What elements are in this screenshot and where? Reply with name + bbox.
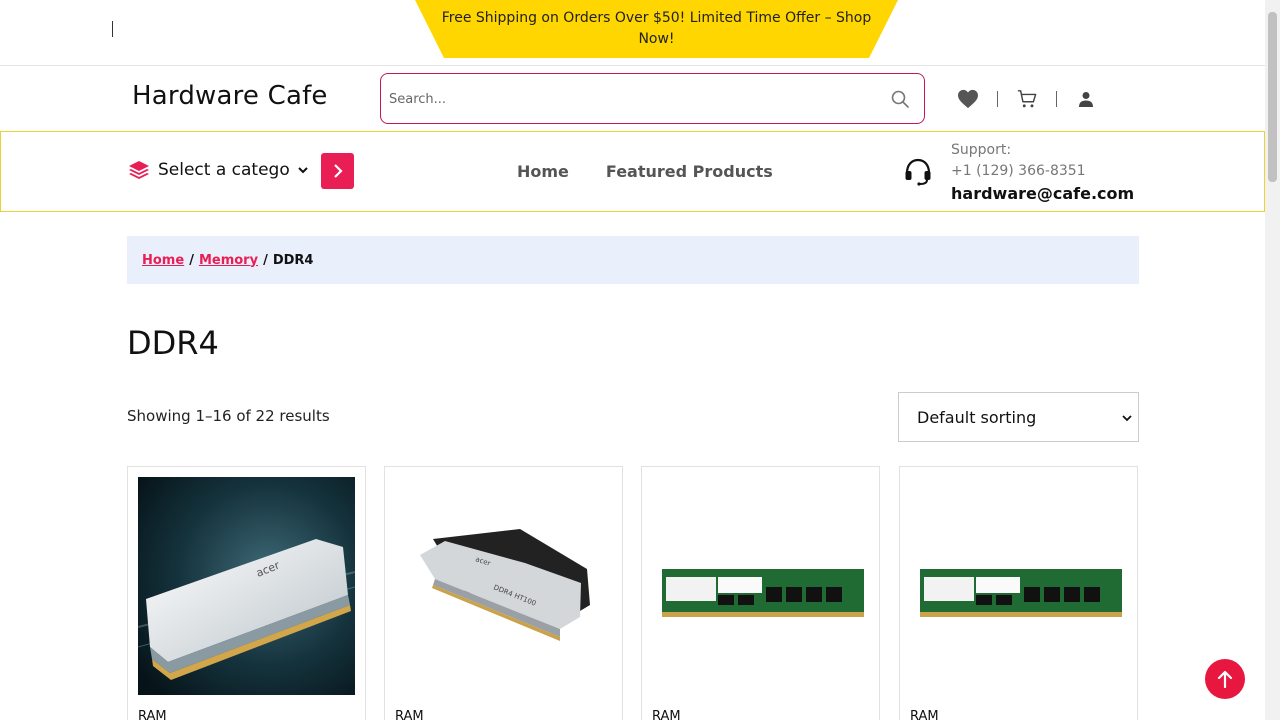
- product-category[interactable]: RAM: [910, 709, 939, 720]
- breadcrumb-current: DDR4: [272, 252, 314, 268]
- user-icon: [1079, 92, 1093, 107]
- promo-banner[interactable]: Free Shipping on Orders Over $50! Limite…: [415, 0, 898, 58]
- search-icon[interactable]: [890, 89, 910, 109]
- support-label: Support:: [951, 142, 1012, 158]
- product-image[interactable]: DDR4 HT100 acer: [395, 477, 612, 695]
- ram-module-image: acer: [138, 477, 355, 695]
- nav-home[interactable]: Home: [517, 162, 569, 181]
- product-card[interactable]: acer RAM: [127, 466, 366, 720]
- arrow-up-icon: [1217, 670, 1233, 688]
- breadcrumb-memory[interactable]: Memory: [199, 253, 258, 268]
- divider: [997, 91, 998, 107]
- back-to-top-button[interactable]: [1205, 659, 1245, 699]
- navigation-bar: Select a category Home Featured Products…: [0, 131, 1265, 212]
- search-input[interactable]: [389, 86, 869, 112]
- page-title: DDR4: [127, 324, 219, 362]
- product-image[interactable]: acer: [138, 477, 355, 695]
- header-icons: [955, 86, 1099, 112]
- support-email[interactable]: hardware@cafe.com: [951, 182, 1211, 206]
- breadcrumb-separator: /: [263, 252, 268, 268]
- breadcrumb: Home / Memory / DDR4: [127, 236, 1139, 284]
- divider: [1056, 91, 1057, 107]
- category-select[interactable]: Select a category: [128, 159, 309, 181]
- chevron-down-icon: [1122, 415, 1132, 422]
- chevron-down-icon: [298, 167, 308, 174]
- result-count: Showing 1–16 of 22 results: [127, 407, 330, 425]
- search-box[interactable]: [380, 73, 925, 124]
- headset-icon: [905, 158, 931, 186]
- support-text: Support: +1 (129) 366-8351 hardware@cafe…: [951, 140, 1211, 206]
- ram-module-image: [652, 477, 869, 695]
- sort-select-label[interactable]: Default sorting: [917, 408, 1036, 427]
- ram-module-image: [910, 477, 1127, 695]
- scrollbar-thumb[interactable]: [1268, 12, 1277, 182]
- nav-featured-products[interactable]: Featured Products: [606, 162, 773, 181]
- main-nav: Home Featured Products: [517, 162, 773, 181]
- category-select-label[interactable]: Select a category: [158, 160, 291, 180]
- product-category[interactable]: RAM: [652, 709, 681, 720]
- product-card[interactable]: DDR4 HT100 acer RAM: [384, 466, 623, 720]
- scrollbar[interactable]: [1265, 0, 1280, 720]
- product-card[interactable]: RAM: [641, 466, 880, 720]
- site-brand[interactable]: Hardware Cafe: [132, 81, 328, 111]
- support-phone[interactable]: +1 (129) 366-8351: [951, 161, 1211, 182]
- site-header: Hardware Cafe: [0, 66, 1265, 132]
- heart-icon: [958, 89, 978, 109]
- account-button[interactable]: [1073, 86, 1099, 112]
- product-card[interactable]: RAM: [899, 466, 1138, 720]
- layers-icon: [129, 161, 149, 179]
- promo-text[interactable]: Free Shipping on Orders Over $50! Limite…: [432, 8, 882, 50]
- breadcrumb-home[interactable]: Home: [142, 253, 184, 268]
- category-go-button[interactable]: [321, 153, 354, 189]
- text-cursor: [112, 21, 113, 37]
- product-category[interactable]: RAM: [395, 709, 424, 720]
- product-image[interactable]: [910, 477, 1127, 695]
- wishlist-button[interactable]: [955, 86, 981, 112]
- cart-button[interactable]: [1014, 86, 1040, 112]
- product-category[interactable]: RAM: [138, 709, 167, 720]
- product-image[interactable]: [652, 477, 869, 695]
- cart-icon: [1017, 90, 1037, 108]
- sort-select[interactable]: Default sorting: [898, 392, 1139, 442]
- breadcrumb-separator: /: [189, 252, 194, 268]
- top-bar: Free Shipping on Orders Over $50! Limite…: [0, 0, 1265, 66]
- chevron-right-icon: [333, 164, 343, 178]
- ram-module-image: DDR4 HT100 acer: [395, 477, 612, 695]
